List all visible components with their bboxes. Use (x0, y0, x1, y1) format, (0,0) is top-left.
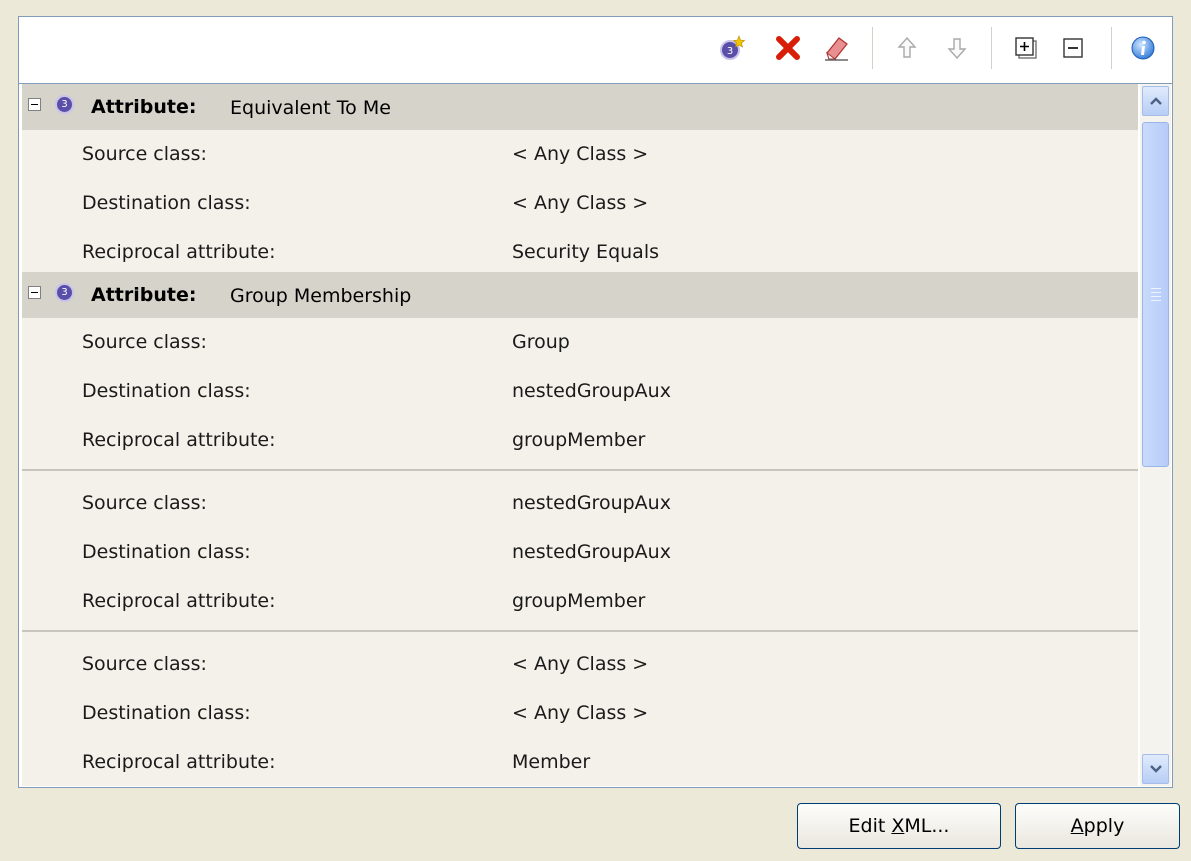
reciprocal-attribute-row: Reciprocal attribute: groupMember (22, 577, 1138, 626)
source-class-label: Source class: (82, 492, 207, 514)
vertical-scrollbar[interactable] (1140, 84, 1171, 786)
apply-mnemonic: A (1070, 815, 1084, 837)
attribute-name: Equivalent To Me (230, 97, 391, 119)
reciprocal-attribute-value: Security Equals (512, 241, 659, 263)
source-class-row: Source class: Group (22, 318, 1138, 367)
reciprocal-attribute-label: Reciprocal attribute: (82, 429, 276, 451)
reciprocal-attribute-label: Reciprocal attribute: (82, 241, 276, 263)
reciprocal-attribute-label: Reciprocal attribute: (82, 751, 276, 773)
source-class-value: nestedGroupAux (512, 492, 671, 514)
scroll-up-arrow-icon[interactable] (1142, 86, 1169, 116)
destination-class-value: nestedGroupAux (512, 541, 671, 563)
source-class-row: Source class: < Any Class > (22, 640, 1138, 689)
source-class-value: Group (512, 331, 570, 353)
destination-class-row: Destination class: nestedGroupAux (22, 528, 1138, 577)
destination-class-label: Destination class: (82, 702, 251, 724)
move-down-icon[interactable] (940, 31, 974, 65)
toolbar: 3 (19, 17, 1172, 84)
source-class-label: Source class: (82, 331, 207, 353)
info-icon[interactable] (1126, 31, 1160, 65)
attribute-list: 3 Attribute: Equivalent To Me Source cla… (22, 84, 1138, 786)
reciprocal-attribute-row: Reciprocal attribute: Member (22, 738, 1138, 786)
source-class-value: < Any Class > (512, 143, 649, 165)
reciprocal-attribute-row: Reciprocal attribute: Security Equals (22, 228, 1138, 272)
reciprocal-attribute-value: groupMember (512, 590, 646, 612)
svg-text:3: 3 (727, 46, 733, 57)
apply-label-suffix: pply (1083, 815, 1125, 837)
attribute-badge-icon: 3 (55, 283, 74, 302)
destination-class-label: Destination class: (82, 541, 251, 563)
source-class-label: Source class: (82, 653, 207, 675)
add-attribute-icon[interactable]: 3 (715, 31, 749, 65)
reciprocal-attribute-value: Member (512, 751, 591, 773)
eraser-icon[interactable] (819, 31, 853, 65)
attribute-label: Attribute: (91, 284, 197, 306)
attribute-editor-panel: 3 3 Attribute: Equivalent To Me Source c… (18, 16, 1173, 788)
apply-button[interactable]: Apply (1015, 803, 1180, 849)
destination-class-row: Destination class: < Any Class > (22, 689, 1138, 738)
reciprocal-attribute-value: groupMember (512, 429, 646, 451)
collapse-all-icon[interactable] (1056, 31, 1090, 65)
reciprocal-attribute-label: Reciprocal attribute: (82, 590, 276, 612)
edit-xml-button[interactable]: Edit X ML... (797, 803, 1001, 849)
collapse-toggle-icon[interactable] (28, 98, 41, 111)
attribute-name: Group Membership (230, 285, 412, 307)
edit-xml-mnemonic: X (891, 815, 905, 837)
collapse-toggle-icon[interactable] (28, 286, 41, 299)
attribute-header: 3 Attribute: Equivalent To Me (22, 84, 1138, 130)
edit-xml-label-prefix: Edit (848, 815, 892, 837)
scrollbar-thumb[interactable] (1142, 122, 1169, 467)
attribute-badge-icon: 3 (55, 95, 74, 114)
expand-all-icon[interactable] (1009, 31, 1043, 65)
destination-class-label: Destination class: (82, 192, 251, 214)
source-class-row: Source class: nestedGroupAux (22, 479, 1138, 528)
destination-class-value: < Any Class > (512, 702, 649, 724)
source-class-label: Source class: (82, 143, 207, 165)
scroll-down-arrow-icon[interactable] (1142, 754, 1169, 784)
destination-class-row: Destination class: < Any Class > (22, 179, 1138, 228)
edit-xml-label-suffix: ML... (904, 815, 950, 837)
attribute-header: 3 Attribute: Group Membership (22, 272, 1138, 318)
entry-divider (22, 469, 1138, 471)
attribute-label: Attribute: (91, 96, 197, 118)
source-class-value: < Any Class > (512, 653, 649, 675)
source-class-row: Source class: < Any Class > (22, 130, 1138, 179)
destination-class-row: Destination class: nestedGroupAux (22, 367, 1138, 416)
reciprocal-attribute-row: Reciprocal attribute: groupMember (22, 416, 1138, 465)
delete-icon[interactable] (771, 31, 805, 65)
destination-class-value: nestedGroupAux (512, 380, 671, 402)
destination-class-value: < Any Class > (512, 192, 649, 214)
destination-class-label: Destination class: (82, 380, 251, 402)
move-up-icon[interactable] (890, 31, 924, 65)
entry-divider (22, 630, 1138, 632)
